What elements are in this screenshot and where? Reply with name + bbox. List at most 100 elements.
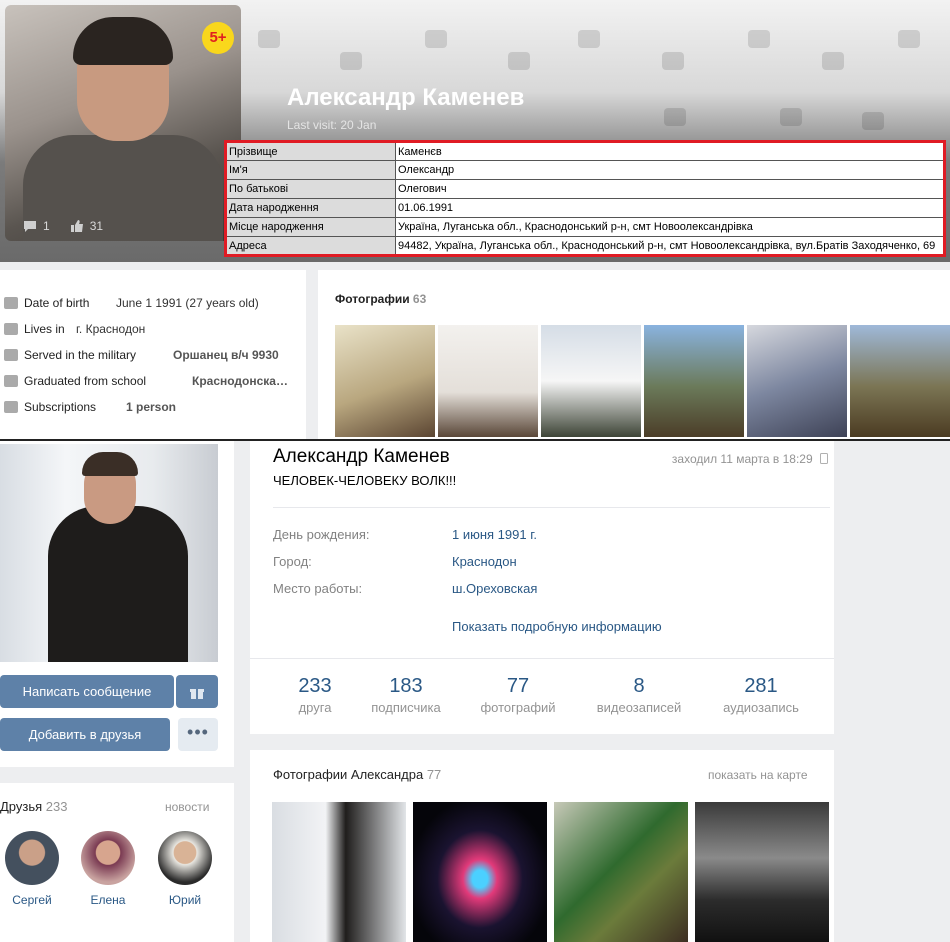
gift-button[interactable]: [176, 675, 218, 708]
info-label: Graduated from school: [24, 374, 147, 388]
photos-title[interactable]: Фотографии 63: [335, 292, 426, 306]
friends-news-link[interactable]: новости: [165, 800, 209, 814]
table-row: Дата народження 01.06.1991: [225, 198, 945, 218]
friend-avatar: [5, 831, 59, 885]
photos-title-text: Фотографии Александра: [273, 767, 424, 782]
show-more-info-link[interactable]: Показать подробную информацию: [452, 619, 662, 634]
photo-thumbnail[interactable]: [850, 325, 950, 437]
photo-thumbnail[interactable]: [644, 325, 744, 437]
info-value[interactable]: 1 person: [126, 400, 176, 414]
avatar-hair: [73, 17, 173, 65]
cover-pattern-icon: [664, 108, 686, 126]
stat-number: 281: [744, 675, 778, 697]
comments-count: 1: [43, 219, 50, 233]
school-icon: [4, 375, 18, 387]
info-value[interactable]: г. Краснодон: [76, 322, 145, 336]
cover-pattern-icon: [578, 30, 600, 48]
avatar-figure: [48, 506, 188, 662]
cover-pattern-icon: [862, 112, 884, 130]
stat-photos[interactable]: 77 фотографий: [463, 675, 573, 715]
registry-value: Каменєв: [395, 141, 945, 161]
calendar-icon: [4, 297, 18, 309]
info-label: Served in the military: [24, 348, 137, 362]
registry-value: 94482, Україна, Луганська обл., Краснодо…: [395, 236, 945, 256]
friend-name: Сергей: [12, 893, 52, 907]
registry-key: Адреса: [225, 236, 396, 256]
stat-videos[interactable]: 8 видеозаписей: [584, 675, 694, 715]
registry-value: Олегович: [395, 179, 945, 199]
more-actions-button[interactable]: •••: [178, 718, 218, 751]
likes-counter[interactable]: 31: [70, 219, 103, 233]
comments-counter[interactable]: 1: [23, 219, 50, 233]
send-message-button[interactable]: Написать сообщение: [0, 675, 174, 708]
divider: [250, 658, 834, 659]
photos-title[interactable]: Фотографии Александра 77: [273, 767, 441, 782]
cover-pattern-icon: [258, 30, 280, 48]
add-friend-button[interactable]: Добавить в друзья: [0, 718, 170, 751]
registry-key: По батькові: [225, 179, 396, 199]
registry-value: Україна, Луганська обл., Краснодонський …: [395, 217, 945, 237]
photo-thumbnail[interactable]: [747, 325, 847, 437]
likes-count: 31: [89, 219, 104, 233]
detail-value[interactable]: 1 июня 1991 г.: [452, 527, 537, 542]
photo-thumbnail[interactable]: [272, 802, 406, 942]
friend-name: Елена: [90, 893, 126, 907]
gift-icon: [190, 688, 204, 699]
like-icon: [70, 220, 83, 232]
last-visit-text: заходил 11 марта в 18:29: [671, 452, 813, 466]
photo-thumbnail[interactable]: [695, 802, 829, 942]
friends-title[interactable]: Друзья 233: [0, 799, 68, 814]
photos-panel: Фотографии 63: [318, 270, 950, 440]
profile-name: Александр Каменев: [287, 84, 525, 111]
last-visit: заходил 11 марта в 18:29: [672, 452, 828, 466]
info-label: Date of birth: [24, 296, 90, 310]
friend-item[interactable]: Сергей: [4, 831, 60, 907]
stat-label: видеозаписей: [596, 700, 682, 715]
info-row-military: Served in the military Оршанец в/ч 9930: [0, 342, 300, 368]
info-value[interactable]: June 1 1991 (27 years old): [116, 296, 259, 310]
rating-badge: 5+: [202, 22, 234, 54]
registry-key: Прізвище: [225, 141, 396, 161]
stat-number: 77: [506, 675, 530, 697]
table-row: Місце народження Україна, Луганська обл.,…: [225, 217, 945, 237]
photos-title-text: Фотографии: [335, 292, 410, 306]
friend-avatar: [81, 831, 135, 885]
detail-row-birthday: День рождения: 1 июня 1991 г.: [273, 527, 537, 542]
top-profile-screenshot: 1 31 5+ Александр Каменев Last visit: 20…: [0, 0, 950, 440]
info-value[interactable]: Краснодонска…: [192, 374, 288, 388]
profile-info-panel: Date of birth June 1 1991 (27 years old)…: [0, 270, 306, 440]
stat-number: 8: [633, 675, 645, 697]
friends-count: 233: [45, 799, 68, 814]
stat-audio[interactable]: 281 аудиозапись: [706, 675, 816, 715]
photo-thumbnail[interactable]: [335, 325, 435, 437]
friend-item[interactable]: Юрий: [157, 831, 213, 907]
profile-photo[interactable]: [0, 444, 218, 662]
registry-key: Місце народження: [225, 217, 396, 237]
show-on-map-link[interactable]: показать на карте: [708, 768, 808, 782]
photo-thumbnail[interactable]: [413, 802, 547, 942]
divider: [273, 507, 830, 508]
detail-value[interactable]: ш.Ореховская: [452, 581, 537, 596]
photo-thumbnail[interactable]: [438, 325, 538, 437]
photo-thumbnail[interactable]: [554, 802, 688, 942]
table-row: Адреса 94482, Україна, Луганська обл., Кр…: [225, 236, 945, 256]
cover-pattern-icon: [662, 52, 684, 70]
table-row: Прізвище Каменєв: [225, 141, 945, 161]
profile-avatar[interactable]: 1 31 5+: [5, 5, 241, 241]
cover-pattern-icon: [748, 30, 770, 48]
detail-label: День рождения:: [273, 527, 370, 542]
info-label: Lives in: [24, 322, 65, 336]
friend-item[interactable]: Елена: [80, 831, 136, 907]
registry-value: 01.06.1991: [395, 198, 945, 218]
stat-label: подписчика: [371, 700, 441, 715]
avatar-hair: [82, 452, 138, 476]
photo-thumbnail[interactable]: [541, 325, 641, 437]
registry-key: Дата народження: [225, 198, 396, 218]
stat-followers[interactable]: 183 подписчика: [351, 675, 461, 715]
avatar-stats: 1 31: [23, 219, 103, 233]
photos-count: 63: [412, 292, 427, 306]
profile-status: ЧЕЛОВЕК-ЧЕЛОВЕКУ ВОЛК!!!: [273, 473, 457, 488]
detail-value[interactable]: Краснодон: [452, 554, 517, 569]
cover-pattern-icon: [898, 30, 920, 48]
info-value[interactable]: Оршанец в/ч 9930: [173, 348, 279, 362]
